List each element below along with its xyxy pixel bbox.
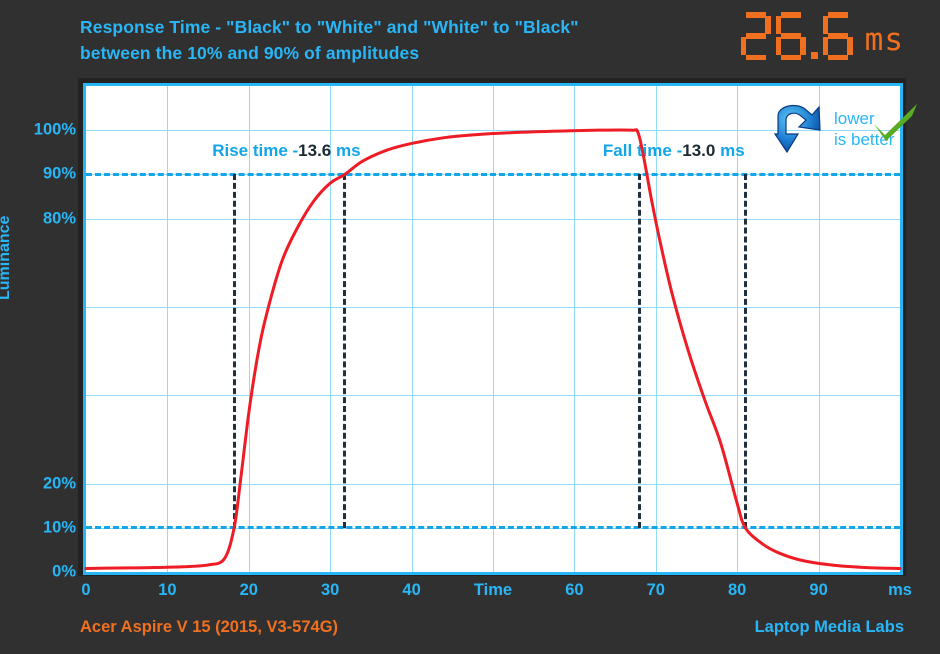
readout-digit: [740, 12, 771, 60]
x-axis-tick: 0: [81, 581, 91, 599]
x-axis-tick: 30: [321, 581, 340, 599]
y-axis-tick: 20%: [42, 474, 76, 493]
chart-title-line-2: between the 10% and 90% of amplitudes: [80, 43, 420, 63]
plot-inner: lower is better Rise time -13.6 ms Fall …: [84, 86, 917, 572]
x-axis-tick: 90: [809, 581, 828, 599]
y-axis-tick: 100%: [33, 120, 76, 139]
chart-title-line-1: Response Time - "Black" to "White" and "…: [80, 17, 579, 37]
plot-area: lower is better Rise time -13.6 ms Fall …: [78, 78, 917, 576]
response-time-chart: Response Time - "Black" to "White" and "…: [0, 0, 940, 654]
y-axis-label: Luminance: [0, 215, 13, 300]
x-axis-ticks: 0 10 20 30 40 Time 60 70 80 90 ms: [78, 581, 912, 607]
x-axis-tick: 70: [646, 581, 665, 599]
readout-unit: ms: [864, 22, 904, 58]
luminance-curve: [84, 128, 902, 570]
luminance-curve-path: [84, 128, 902, 570]
x-axis-tick: 20: [239, 581, 258, 599]
response-time-readout: ms: [740, 12, 904, 60]
y-axis-tick: 10%: [42, 518, 76, 537]
x-axis-tick: 60: [565, 581, 584, 599]
x-axis-tick: 10: [158, 581, 177, 599]
x-axis-tick: 40: [402, 581, 421, 599]
readout-decimal-point: [810, 52, 818, 59]
x-axis-tick: 80: [728, 581, 747, 599]
x-axis-tick: Time: [473, 581, 513, 599]
source-label: Laptop Media Labs: [754, 618, 904, 636]
device-name: Acer Aspire V 15 (2015, V3-574G): [80, 618, 339, 636]
y-axis-ticks: 0% 10% 20% 100% 90% 80%: [0, 78, 76, 581]
chart-title: Response Time - "Black" to "White" and "…: [80, 14, 700, 66]
readout-digit: [775, 12, 806, 60]
y-axis-tick: 80%: [42, 209, 76, 227]
plot-frame: lower is better Rise time -13.6 ms Fall …: [83, 83, 917, 575]
y-axis-tick: 90%: [42, 164, 76, 183]
readout-digits: [740, 12, 853, 60]
x-axis-tick: ms: [888, 581, 912, 599]
readout-digit: [822, 12, 853, 60]
y-axis-tick: 0%: [52, 562, 76, 581]
